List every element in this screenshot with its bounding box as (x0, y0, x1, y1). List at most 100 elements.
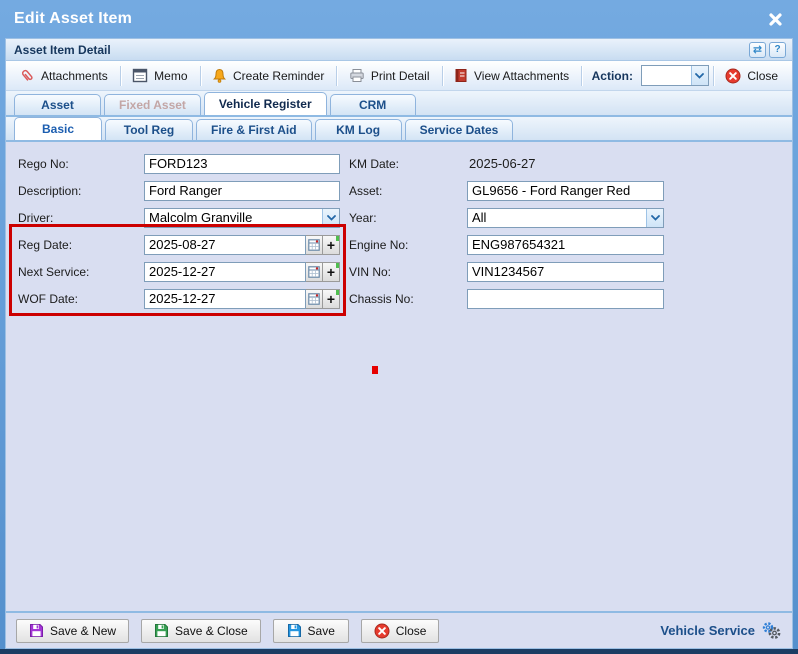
save-and-new-button[interactable]: Save & New (16, 619, 129, 643)
tab-km-log[interactable]: KM Log (315, 119, 402, 140)
refresh-button[interactable]: ⇄ (749, 42, 766, 58)
tab-asset[interactable]: Asset (14, 94, 101, 115)
main-tab-strip: Asset Fixed Asset Vehicle Register CRM (6, 91, 792, 117)
year-select[interactable]: All (467, 208, 664, 228)
reg-date-calendar-button[interactable] (306, 235, 323, 255)
next-service-label: Next Service: (18, 265, 144, 279)
vin-no-label: VIN No: (349, 265, 467, 279)
reg-date-add-button[interactable]: + (323, 235, 340, 255)
tab-crm[interactable]: CRM (330, 94, 416, 115)
close-circle-icon (725, 68, 741, 84)
description-input[interactable] (144, 181, 340, 201)
attachments-button[interactable]: Attachments (12, 65, 116, 87)
chassis-no-input[interactable] (467, 289, 664, 309)
title-bar: Edit Asset Item (0, 0, 798, 38)
create-reminder-button[interactable]: Create Reminder (204, 65, 332, 87)
chassis-no-label: Chassis No: (349, 292, 467, 306)
reg-date-input[interactable] (144, 235, 306, 255)
dialog-title: Edit Asset Item (14, 10, 132, 28)
wof-date-label: WOF Date: (18, 292, 144, 306)
next-service-add-button[interactable]: + (323, 262, 340, 282)
rego-no-label: Rego No: (18, 157, 144, 171)
engine-no-label: Engine No: (349, 238, 467, 252)
vin-no-input[interactable] (467, 262, 664, 282)
description-label: Description: (18, 184, 144, 198)
driver-label: Driver: (18, 211, 144, 225)
create-reminder-label: Create Reminder (233, 69, 324, 83)
close-circle-icon (374, 623, 390, 639)
wof-date-calendar-button[interactable] (306, 289, 323, 309)
sub-tab-strip: Basic Tool Reg Fire & First Aid KM Log S… (6, 117, 792, 142)
save-floppy-icon (287, 623, 302, 638)
rego-no-input[interactable] (144, 154, 340, 174)
engine-no-input[interactable] (467, 235, 664, 255)
tab-fire-first-aid[interactable]: Fire & First Aid (196, 119, 312, 140)
dialog-close-button[interactable] (764, 8, 786, 30)
save-close-floppy-icon (154, 623, 169, 638)
calendar-icon (308, 239, 320, 251)
driver-select[interactable]: Malcolm Granville (144, 208, 340, 228)
click-marker-dot (372, 366, 378, 374)
calendar-icon (308, 266, 320, 278)
tab-basic[interactable]: Basic (14, 117, 102, 140)
close-icon (768, 12, 783, 27)
chevron-down-icon (691, 66, 708, 85)
year-select-value: All (468, 209, 646, 227)
form-row: Driver: Malcolm Granville Year: All (6, 204, 792, 231)
form-row: Next Service: + (6, 258, 792, 285)
help-button[interactable]: ? (769, 42, 786, 58)
gears-icon (760, 621, 782, 640)
attachment-document-icon (454, 68, 468, 83)
wof-date-input[interactable] (144, 289, 306, 309)
module-brand: Vehicle Service (660, 621, 782, 640)
form-row: Description: Asset: (6, 177, 792, 204)
driver-select-value: Malcolm Granville (145, 209, 322, 227)
form-row: WOF Date: + (6, 285, 792, 312)
reg-date-label: Reg Date: (18, 238, 144, 252)
tab-tool-reg[interactable]: Tool Reg (105, 119, 193, 140)
print-detail-button[interactable]: Print Detail (341, 65, 438, 86)
memo-button[interactable]: Memo (124, 65, 195, 86)
tab-fixed-asset: Fixed Asset (104, 94, 201, 115)
year-label: Year: (349, 211, 467, 225)
toolbar: Attachments Memo Create Reminder (6, 61, 792, 91)
tab-vehicle-register[interactable]: Vehicle Register (204, 92, 327, 115)
save-button[interactable]: Save (273, 619, 349, 643)
view-attachments-button[interactable]: View Attachments (446, 65, 577, 86)
save-and-close-button[interactable]: Save & Close (141, 619, 261, 643)
action-dropdown-value (642, 66, 691, 85)
wof-date-add-button[interactable]: + (323, 289, 340, 309)
next-service-input[interactable] (144, 262, 306, 282)
close-button[interactable]: Close (361, 619, 440, 643)
km-date-value: 2025-06-27 (467, 156, 536, 171)
footer-bar: Save & New Save & Close Save (6, 611, 792, 648)
attachments-label: Attachments (41, 69, 108, 83)
basic-form: Rego No: KM Date: 2025-06-27 Description… (6, 142, 792, 611)
save-and-close-label: Save & Close (175, 624, 248, 638)
panel-header: Asset Item Detail ⇄ ? (6, 39, 792, 61)
calendar-icon (308, 293, 320, 305)
memo-label: Memo (154, 69, 187, 83)
asset-label: Asset: (349, 184, 467, 198)
save-new-floppy-icon (29, 623, 44, 638)
panel-title: Asset Item Detail (14, 43, 111, 57)
km-date-label: KM Date: (349, 157, 467, 171)
next-service-calendar-button[interactable] (306, 262, 323, 282)
action-dropdown[interactable] (641, 65, 709, 86)
memo-icon (132, 68, 148, 83)
chevron-down-icon (322, 209, 339, 227)
tab-service-dates[interactable]: Service Dates (405, 119, 514, 140)
form-row: Rego No: KM Date: 2025-06-27 (6, 150, 792, 177)
toolbar-close-label: Close (747, 69, 778, 83)
form-row: Reg Date: + (6, 231, 792, 258)
dialog-body: Asset Item Detail ⇄ ? Attachments (5, 38, 793, 649)
save-label: Save (308, 624, 335, 638)
brand-label: Vehicle Service (660, 623, 755, 638)
printer-icon (349, 68, 365, 83)
edit-asset-item-dialog: Edit Asset Item Asset Item Detail ⇄ ? At… (0, 0, 798, 654)
asset-input[interactable] (467, 181, 664, 201)
toolbar-close-button[interactable]: Close (717, 65, 786, 87)
paperclip-icon (17, 65, 39, 87)
action-label: Action: (592, 69, 633, 83)
close-label: Close (396, 624, 427, 638)
